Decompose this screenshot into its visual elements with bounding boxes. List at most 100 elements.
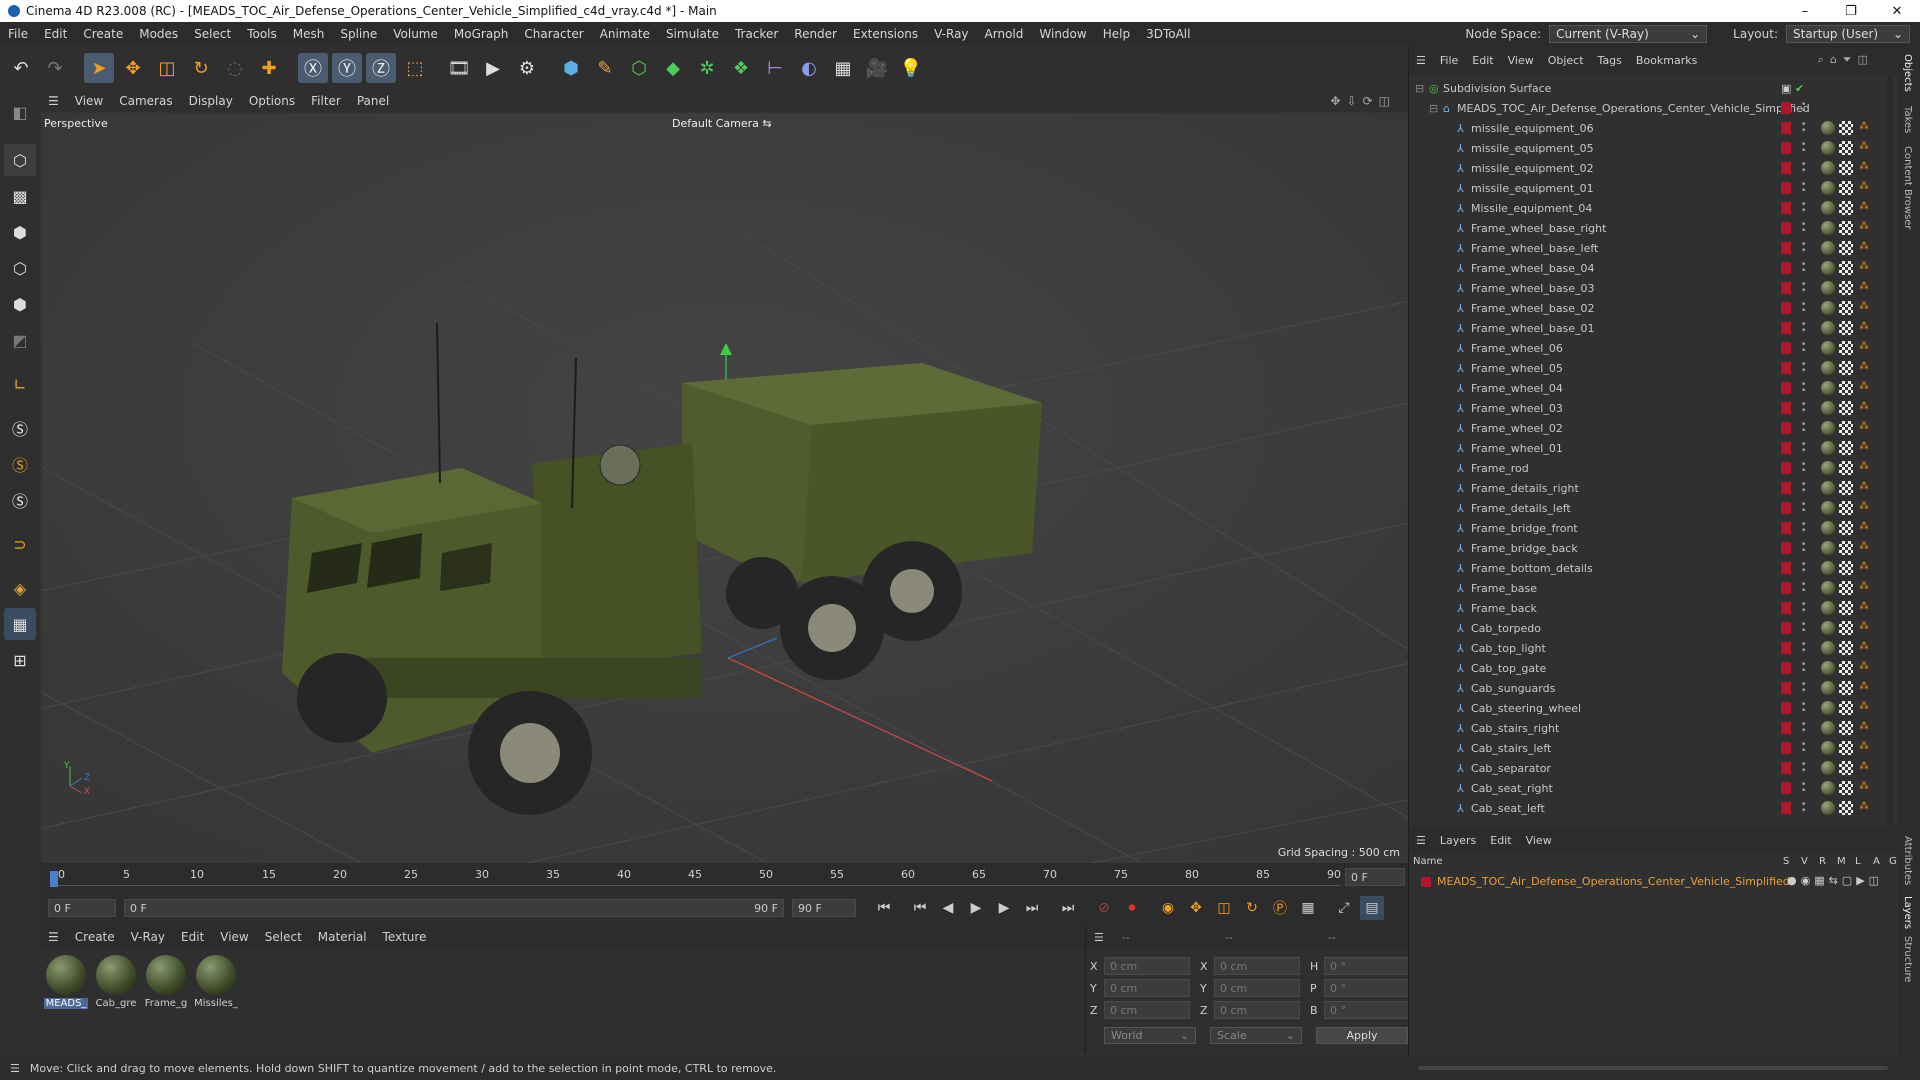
texture-tag-icon[interactable] <box>1839 281 1853 295</box>
visibility-dots-icon[interactable]: • • <box>1801 801 1806 816</box>
menu-spline[interactable]: Spline <box>332 27 385 41</box>
object-name[interactable]: Frame_back <box>1471 602 1537 615</box>
menu-tracker[interactable]: Tracker <box>727 27 786 41</box>
layer-color-tag[interactable] <box>1781 782 1791 794</box>
visibility-dots-icon[interactable]: • • <box>1801 721 1806 736</box>
material-tag-icon[interactable] <box>1821 381 1835 395</box>
material-menu-vray[interactable]: V-Ray <box>123 930 173 944</box>
vray-tag-icon[interactable]: ⁂ <box>1859 601 1869 612</box>
object-name[interactable]: missile_equipment_05 <box>1471 142 1594 155</box>
object-menu-tags[interactable]: Tags <box>1591 54 1629 67</box>
object-menu-file[interactable]: File <box>1433 54 1465 67</box>
object-name[interactable]: Frame_wheel_03 <box>1471 402 1563 415</box>
tab-content-browser[interactable]: Content Browser <box>1902 146 1913 229</box>
viewport-nav-icons[interactable]: ✥⇩⟳◫ <box>1330 94 1396 108</box>
object-name[interactable]: Frame_wheel_base_02 <box>1471 302 1595 315</box>
layer-color-tag[interactable] <box>1781 342 1791 354</box>
expand-toggle-icon[interactable]: ⊟ <box>1415 82 1425 95</box>
material-menu-create[interactable]: Create <box>67 930 123 944</box>
layer-color-tag[interactable] <box>1781 122 1791 134</box>
scale-tool-icon[interactable]: ◫ <box>152 53 182 83</box>
subdivision-icon[interactable]: ⬡ <box>624 53 654 83</box>
vray-tag-icon[interactable]: ⁂ <box>1859 421 1869 432</box>
vray-tag-icon[interactable]: ⁂ <box>1859 481 1869 492</box>
node-space-dropdown[interactable]: Current (V-Ray) ⌄ <box>1549 25 1708 43</box>
material-tag-icon[interactable] <box>1821 601 1835 615</box>
object-row[interactable]: ⅄ Cab_separator • • ⁂ <box>1409 758 1884 778</box>
material-tag-icon[interactable] <box>1821 121 1835 135</box>
visibility-dots-icon[interactable]: • • <box>1801 121 1806 136</box>
object-row[interactable]: ⊟ ⌂ MEADS_TOC_Air_Defense_Operations_Cente… <box>1409 98 1884 118</box>
material-tag-icon[interactable] <box>1821 641 1835 655</box>
visibility-dots-icon[interactable]: • • <box>1801 341 1806 356</box>
select-tool-icon[interactable]: ➤ <box>84 53 114 83</box>
layer-color-tag[interactable] <box>1781 242 1791 254</box>
menu-3dtoall[interactable]: 3DToAll <box>1138 27 1198 41</box>
vray-tag-icon[interactable]: ⁂ <box>1859 541 1869 552</box>
rotate-tool-icon[interactable]: ↻ <box>186 53 216 83</box>
material-tag-icon[interactable] <box>1821 341 1835 355</box>
material-tag-icon[interactable] <box>1821 721 1835 735</box>
texture-tag-icon[interactable] <box>1839 221 1853 235</box>
visibility-dots-icon[interactable]: • • <box>1801 441 1806 456</box>
position-y-field[interactable]: 0 cm <box>1104 979 1190 997</box>
material-tag-icon[interactable] <box>1821 321 1835 335</box>
apply-button[interactable]: Apply <box>1316 1027 1408 1044</box>
object-menu-object[interactable]: Object <box>1541 54 1591 67</box>
layer-menu-view[interactable]: View <box>1519 834 1559 847</box>
material-tag-icon[interactable] <box>1821 141 1835 155</box>
vray-tag-icon[interactable]: ⁂ <box>1859 781 1869 792</box>
menu-create[interactable]: Create <box>75 27 131 41</box>
object-row[interactable]: ⅄ Cab_seat_right • • ⁂ <box>1409 778 1884 798</box>
expand-toggle-icon[interactable] <box>1443 242 1453 254</box>
hamburger-icon[interactable]: ☰ <box>1409 834 1433 847</box>
vray-tag-icon[interactable]: ⁂ <box>1859 381 1869 392</box>
expand-toggle-icon[interactable] <box>1443 362 1453 374</box>
key-rotation-icon[interactable]: ↻ <box>1240 896 1264 920</box>
texture-tag-icon[interactable] <box>1839 541 1853 555</box>
texture-tag-icon[interactable] <box>1839 441 1853 455</box>
grid-icon[interactable]: ▦ <box>4 608 36 640</box>
object-menu-edit[interactable]: Edit <box>1465 54 1500 67</box>
expand-toggle-icon[interactable] <box>1443 642 1453 654</box>
menu-animate[interactable]: Animate <box>592 27 658 41</box>
layer-menu-edit[interactable]: Edit <box>1483 834 1518 847</box>
object-row[interactable]: ⅄ Missile_equipment_04 • • ⁂ <box>1409 198 1884 218</box>
layer-color-tag[interactable] <box>1781 742 1791 754</box>
object-row[interactable]: ⅄ Frame_wheel_03 • • ⁂ <box>1409 398 1884 418</box>
visibility-dots-icon[interactable]: • • <box>1801 461 1806 476</box>
vray-tag-icon[interactable]: ⁂ <box>1859 561 1869 572</box>
uv-mode-icon[interactable]: ◩ <box>4 324 36 356</box>
layer-color-swatch[interactable] <box>1421 877 1431 887</box>
light-icon[interactable]: 💡 <box>896 53 926 83</box>
expand-toggle-icon[interactable] <box>1443 742 1453 754</box>
material-tag-icon[interactable] <box>1821 741 1835 755</box>
material-tag-icon[interactable] <box>1821 201 1835 215</box>
viewport-menu-display[interactable]: Display <box>181 94 241 108</box>
solo-hierarchy-icon[interactable]: Ⓢ <box>4 448 36 480</box>
rotation-p-field[interactable]: 0 ° <box>1324 979 1410 997</box>
object-row[interactable]: ⅄ Frame_wheel_base_03 • • ⁂ <box>1409 278 1884 298</box>
texture-tag-icon[interactable] <box>1839 721 1853 735</box>
current-frame-field[interactable]: 0 F <box>1345 868 1405 886</box>
render-view-icon[interactable]: ▶ <box>478 53 508 83</box>
texture-tag-icon[interactable] <box>1839 481 1853 495</box>
key-scale-icon[interactable]: ◫ <box>1212 896 1236 920</box>
material-tag-icon[interactable] <box>1821 761 1835 775</box>
object-row[interactable]: ⅄ Frame_wheel_base_01 • • ⁂ <box>1409 318 1884 338</box>
render-settings-icon[interactable]: ⚙ <box>512 53 542 83</box>
vray-tag-icon[interactable]: ⁂ <box>1859 121 1869 132</box>
visibility-dots-icon[interactable]: • • <box>1801 581 1806 596</box>
material-tag-icon[interactable] <box>1821 281 1835 295</box>
expand-toggle-icon[interactable] <box>1443 802 1453 814</box>
vray-tag-icon[interactable]: ⁂ <box>1859 361 1869 372</box>
hamburger-icon[interactable]: ☰ <box>0 1062 30 1075</box>
close-button[interactable]: ✕ <box>1874 0 1920 22</box>
expand-toggle-icon[interactable] <box>1443 762 1453 774</box>
layer-color-tag[interactable] <box>1781 502 1791 514</box>
object-name[interactable]: Frame_wheel_base_left <box>1471 242 1598 255</box>
object-row[interactable]: ⅄ missile_equipment_01 • • ⁂ <box>1409 178 1884 198</box>
expand-toggle-icon[interactable] <box>1443 502 1453 514</box>
layer-color-tag[interactable] <box>1781 262 1791 274</box>
texture-tag-icon[interactable] <box>1839 621 1853 635</box>
